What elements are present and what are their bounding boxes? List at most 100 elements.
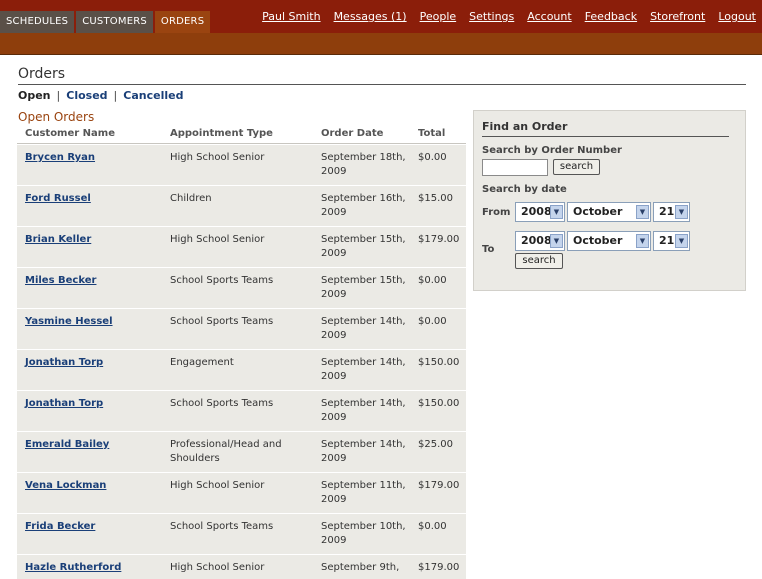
- header-order-date: Order Date: [321, 128, 384, 139]
- order-number-input[interactable]: [482, 159, 548, 176]
- from-day-select[interactable]: 21 ▼: [653, 202, 690, 222]
- customer-name-link[interactable]: Brian Keller: [25, 234, 91, 245]
- date-search-button[interactable]: search: [515, 253, 563, 269]
- filter-open[interactable]: Open: [18, 89, 51, 102]
- account-link[interactable]: Account: [527, 10, 571, 23]
- appointment-type-cell: School Sports Teams: [170, 521, 274, 532]
- customer-name-cell: Vena Lockman: [17, 479, 162, 513]
- section-title: Open Orders: [18, 110, 95, 124]
- top-bar: SCHEDULES CUSTOMERS ORDERS Paul Smith Me…: [0, 0, 762, 33]
- customer-name-cell: Ford Russel: [17, 192, 162, 226]
- user-nav: Paul Smith Messages (1) People Settings …: [249, 10, 756, 23]
- customer-name-link[interactable]: Frida Becker: [25, 521, 95, 532]
- order-date-cell: September 15th, 2009: [313, 233, 410, 267]
- table-row: Frida Becker School Sports Teams September…: [17, 513, 466, 554]
- order-total-cell: $0.00: [410, 520, 466, 554]
- header-customer-name: Customer Name: [25, 128, 115, 139]
- order-date-cell: September 16th, 2009: [321, 193, 406, 218]
- find-order-title: Find an Order: [482, 120, 568, 133]
- to-day-value: 21: [659, 234, 675, 247]
- chevron-down-icon: ▼: [675, 234, 688, 248]
- customer-name-cell: Yasmine Hessel: [17, 315, 162, 349]
- customer-name-cell: Miles Becker: [17, 274, 162, 308]
- from-month-select[interactable]: October ▼: [567, 202, 651, 222]
- order-date-cell: September 11th, 2009: [313, 479, 410, 513]
- chevron-down-icon: ▼: [636, 205, 649, 219]
- customer-name-link[interactable]: Vena Lockman: [25, 480, 106, 491]
- to-month-select[interactable]: October ▼: [567, 231, 651, 251]
- appointment-type-cell: Engagement: [162, 356, 313, 390]
- order-total-cell: $15.00: [418, 193, 453, 204]
- order-date-cell: September 16th, 2009: [313, 192, 410, 226]
- search-by-date-label: Search by date: [482, 184, 567, 195]
- order-number-search-button[interactable]: search: [553, 159, 600, 175]
- order-date-cell: September 14th, 2009: [321, 316, 406, 341]
- from-year-select[interactable]: 2008 ▼: [515, 202, 565, 222]
- order-date-cell: September 14th, 2009: [313, 315, 410, 349]
- appointment-type-cell: School Sports Teams: [162, 397, 313, 431]
- order-date-cell: September 15th, 2009: [321, 234, 406, 259]
- chevron-down-icon: ▼: [636, 234, 649, 248]
- order-total-cell: $0.00: [410, 274, 466, 308]
- logout-link[interactable]: Logout: [718, 10, 756, 23]
- settings-link[interactable]: Settings: [469, 10, 514, 23]
- to-month-value: October: [573, 234, 623, 247]
- to-year-select[interactable]: 2008 ▼: [515, 231, 565, 251]
- customer-name-cell: Jonathan Torp: [17, 356, 162, 390]
- tab-customers[interactable]: CUSTOMERS: [76, 11, 153, 33]
- sub-bar: [0, 33, 762, 55]
- order-total-cell: $25.00: [418, 439, 453, 450]
- order-date-cell: September 15th, 2009: [313, 274, 410, 308]
- tab-orders[interactable]: ORDERS: [154, 11, 211, 33]
- order-total-cell: $150.00: [410, 397, 466, 431]
- tab-schedules[interactable]: SCHEDULES: [0, 11, 75, 33]
- customer-name-link[interactable]: Miles Becker: [25, 275, 96, 286]
- appointment-type-cell: High School Senior: [170, 562, 265, 573]
- appointment-type-cell: School Sports Teams: [170, 275, 274, 286]
- table-row: Brian Keller High School Senior September …: [17, 226, 466, 267]
- from-day-value: 21: [659, 205, 675, 218]
- filter-closed[interactable]: Closed: [66, 89, 107, 102]
- find-order-divider: [482, 136, 729, 137]
- feedback-link[interactable]: Feedback: [585, 10, 637, 23]
- order-total-cell: $0.00: [418, 521, 447, 532]
- appointment-type-cell: High School Senior: [162, 151, 313, 185]
- order-date-cell: September 9th,: [313, 561, 410, 579]
- order-total-cell: $179.00: [418, 562, 460, 573]
- user-name-link[interactable]: Paul Smith: [262, 10, 320, 23]
- customer-name-link[interactable]: Jonathan Torp: [25, 398, 103, 409]
- to-day-select[interactable]: 21 ▼: [653, 231, 690, 251]
- customer-name-link[interactable]: Yasmine Hessel: [25, 316, 113, 327]
- order-total-cell: $0.00: [410, 315, 466, 349]
- appointment-type-cell: High School Senior: [170, 234, 265, 245]
- customer-name-link[interactable]: Ford Russel: [25, 193, 91, 204]
- customer-name-link[interactable]: Jonathan Torp: [25, 357, 103, 368]
- order-date-cell: September 14th, 2009: [321, 439, 406, 464]
- table-row: Miles Becker School Sports Teams September…: [17, 267, 466, 308]
- title-divider: [18, 84, 746, 85]
- order-total-cell: $0.00: [410, 151, 466, 185]
- to-label: To: [482, 244, 495, 255]
- appointment-type-cell: High School Senior: [162, 479, 313, 513]
- chevron-down-icon: ▼: [550, 234, 563, 248]
- people-link[interactable]: People: [420, 10, 457, 23]
- appointment-type-cell: High School Senior: [170, 480, 265, 491]
- order-date-cell: September 15th, 2009: [321, 275, 406, 300]
- storefront-link[interactable]: Storefront: [650, 10, 705, 23]
- customer-name-link[interactable]: Emerald Bailey: [25, 439, 109, 450]
- messages-link[interactable]: Messages (1): [334, 10, 407, 23]
- order-total-cell: $150.00: [418, 398, 460, 409]
- appointment-type-cell: High School Senior: [162, 233, 313, 267]
- order-total-cell: $0.00: [418, 152, 447, 163]
- filter-cancelled[interactable]: Cancelled: [123, 89, 183, 102]
- order-total-cell: $179.00: [410, 561, 466, 579]
- order-date-cell: September 11th, 2009: [321, 480, 406, 505]
- order-date-cell: September 14th, 2009: [321, 357, 406, 382]
- table-header: Customer Name Appointment Type Order Dat…: [17, 128, 466, 144]
- order-total-cell: $25.00: [410, 438, 466, 472]
- appointment-type-cell: School Sports Teams: [162, 520, 313, 554]
- customer-name-link[interactable]: Hazle Rutherford: [25, 562, 121, 573]
- order-status-filters: Open | Closed | Cancelled: [18, 89, 183, 102]
- from-label: From: [482, 207, 511, 218]
- customer-name-link[interactable]: Brycen Ryan: [25, 152, 95, 163]
